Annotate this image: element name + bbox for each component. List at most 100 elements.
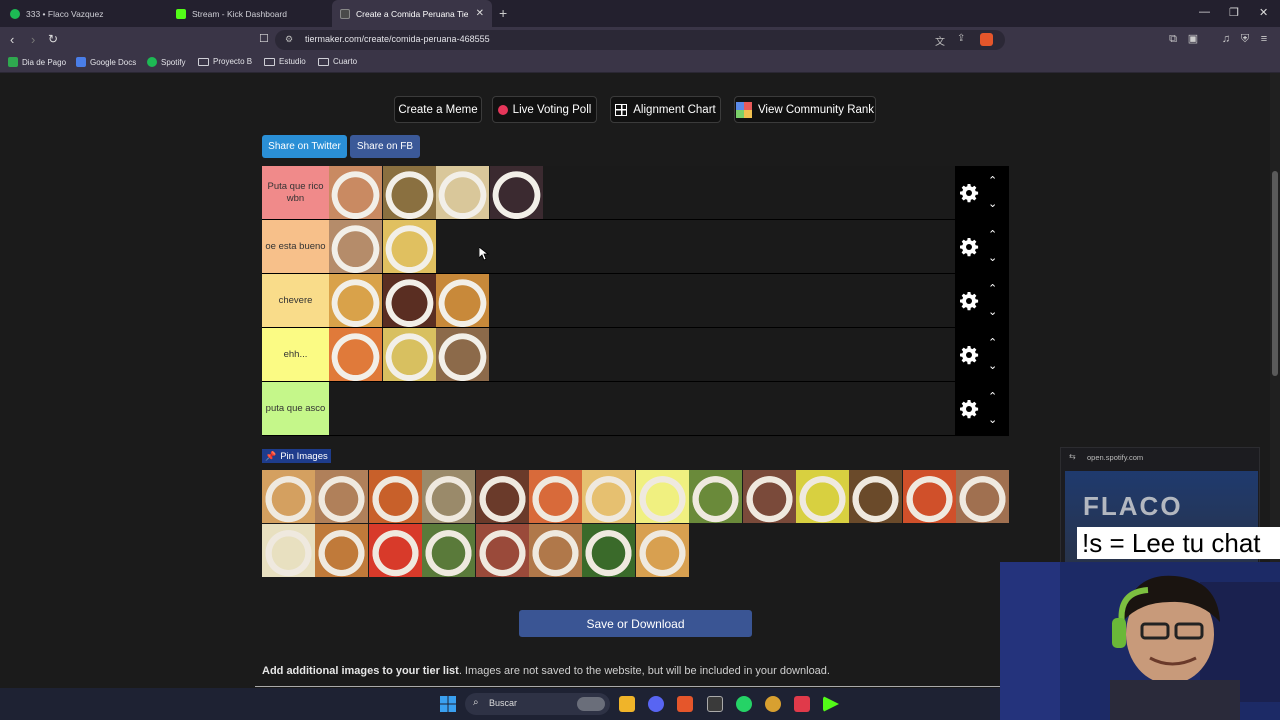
- food-image[interactable]: [529, 470, 582, 523]
- music-icon[interactable]: ♫: [1220, 33, 1232, 45]
- food-image[interactable]: [796, 470, 849, 523]
- food-image[interactable]: [436, 274, 489, 327]
- chevron-up-icon[interactable]: ⌃: [988, 176, 997, 187]
- food-image[interactable]: [382, 328, 436, 381]
- chevron-up-icon[interactable]: ⌃: [988, 230, 997, 241]
- pin-images-toggle[interactable]: 📌 Pin Images: [262, 449, 331, 463]
- tier-dropzone[interactable]: [329, 382, 955, 435]
- food-image[interactable]: [382, 166, 436, 219]
- food-image[interactable]: [368, 470, 422, 523]
- food-image[interactable]: [436, 166, 489, 219]
- menu-icon[interactable]: ≡: [1258, 33, 1270, 45]
- app-icon[interactable]: [765, 696, 781, 712]
- taskbar-search[interactable]: ⌕ Buscar: [465, 693, 610, 715]
- chevron-down-icon[interactable]: ⌃: [988, 304, 997, 316]
- chevron-up-icon[interactable]: ⌃: [988, 392, 997, 403]
- app-icon[interactable]: [794, 696, 810, 712]
- new-tab-icon[interactable]: +: [499, 5, 507, 21]
- chevron-down-icon[interactable]: ⌃: [988, 358, 997, 370]
- close-tab-icon[interactable]: ✕: [476, 8, 484, 19]
- create-meme-button[interactable]: Create a Meme: [394, 96, 482, 123]
- food-image[interactable]: [436, 328, 489, 381]
- tier-label[interactable]: chevere: [262, 274, 329, 327]
- gear-icon[interactable]: [959, 345, 979, 365]
- tier-dropzone[interactable]: [329, 220, 955, 273]
- food-image[interactable]: [315, 470, 369, 523]
- food-image[interactable]: [329, 220, 382, 273]
- share-twitter-button[interactable]: Share on Twitter: [262, 135, 347, 158]
- community-rank-button[interactable]: View Community Rank: [734, 96, 876, 123]
- chevron-up-icon[interactable]: ⌃: [988, 338, 997, 349]
- food-image[interactable]: [475, 523, 529, 577]
- tier-label[interactable]: Puta que rico wbn: [262, 166, 329, 219]
- food-image[interactable]: [689, 470, 743, 523]
- tab-tiermaker[interactable]: Create a Comida Peruana Tier Li ✕: [332, 0, 492, 27]
- close-window-icon[interactable]: ✕: [1259, 6, 1268, 19]
- bookmark-google-docs[interactable]: Google Docs: [76, 57, 136, 67]
- food-image[interactable]: [262, 523, 315, 577]
- food-image[interactable]: [329, 328, 382, 381]
- food-image[interactable]: [489, 166, 543, 219]
- bookmark-estudio[interactable]: Estudio: [264, 57, 306, 66]
- bookmark-proyecto-b[interactable]: Proyecto B: [198, 57, 252, 66]
- food-image[interactable]: [422, 523, 476, 577]
- chevron-down-icon[interactable]: ⌃: [988, 412, 997, 424]
- brave-icon[interactable]: [677, 696, 693, 712]
- chevron-down-icon[interactable]: ⌃: [988, 196, 997, 208]
- bookmark-dia-de-pago[interactable]: Dia de Pago: [8, 57, 66, 67]
- tier-dropzone[interactable]: [329, 328, 955, 381]
- tab-kick[interactable]: Stream - Kick Dashboard: [168, 0, 330, 27]
- minimize-icon[interactable]: —: [1199, 6, 1210, 18]
- share-fb-button[interactable]: Share on FB: [350, 135, 420, 158]
- scrollbar-thumb[interactable]: [1272, 171, 1278, 376]
- bookmark-spotify[interactable]: Spotify: [147, 57, 185, 67]
- site-info-icon[interactable]: ⚙: [285, 34, 293, 45]
- food-image[interactable]: [422, 470, 476, 523]
- food-image[interactable]: [635, 523, 689, 577]
- tier-dropzone[interactable]: [329, 166, 955, 219]
- file-explorer-icon[interactable]: [619, 696, 635, 712]
- share-icon[interactable]: ⇪: [957, 33, 965, 44]
- food-image[interactable]: [849, 470, 903, 523]
- bookmark-cuarto[interactable]: Cuarto: [318, 57, 357, 66]
- kick-app-icon[interactable]: [823, 696, 839, 712]
- back-icon[interactable]: ‹: [10, 32, 14, 47]
- gear-icon[interactable]: [959, 399, 979, 419]
- reload-icon[interactable]: ↻: [48, 32, 58, 46]
- chevron-up-icon[interactable]: ⌃: [988, 284, 997, 295]
- food-image[interactable]: [956, 470, 1010, 523]
- bookmark-icon[interactable]: ☐: [259, 32, 269, 45]
- food-image[interactable]: [329, 166, 382, 219]
- restore-icon[interactable]: ❐: [1229, 6, 1239, 19]
- gear-icon[interactable]: [959, 183, 979, 203]
- forward-icon[interactable]: ›: [31, 32, 35, 47]
- food-image[interactable]: [262, 470, 315, 523]
- food-image[interactable]: [329, 274, 382, 327]
- translate-icon[interactable]: 文: [935, 33, 945, 48]
- tier-label[interactable]: puta que asco: [262, 382, 329, 435]
- settings-icon[interactable]: ⇆: [1069, 452, 1076, 461]
- extensions-icon[interactable]: ⧉: [1167, 33, 1179, 45]
- tier-label[interactable]: oe esta bueno: [262, 220, 329, 273]
- food-image[interactable]: [368, 523, 422, 577]
- tab-flaco[interactable]: 333 • Flaco Vazquez: [2, 0, 168, 27]
- url-field[interactable]: ⚙ tiermaker.com/create/comida-peruana-46…: [275, 30, 1005, 50]
- alignment-chart-button[interactable]: Alignment Chart: [610, 96, 721, 123]
- food-image[interactable]: [382, 220, 436, 273]
- calendar-icon[interactable]: [707, 696, 723, 712]
- gear-icon[interactable]: [959, 291, 979, 311]
- live-poll-button[interactable]: Live Voting Poll: [492, 96, 597, 123]
- food-image[interactable]: [582, 470, 636, 523]
- food-image[interactable]: [382, 274, 436, 327]
- food-image[interactable]: [902, 470, 956, 523]
- whatsapp-icon[interactable]: [736, 696, 752, 712]
- chevron-down-icon[interactable]: ⌃: [988, 250, 997, 262]
- windows-start-icon[interactable]: [440, 696, 456, 712]
- food-image[interactable]: [582, 523, 636, 577]
- food-image[interactable]: [315, 523, 369, 577]
- food-image[interactable]: [475, 470, 529, 523]
- food-image[interactable]: [529, 523, 582, 577]
- food-image[interactable]: [742, 470, 796, 523]
- tier-label[interactable]: ehh...: [262, 328, 329, 381]
- discord-icon[interactable]: [648, 696, 664, 712]
